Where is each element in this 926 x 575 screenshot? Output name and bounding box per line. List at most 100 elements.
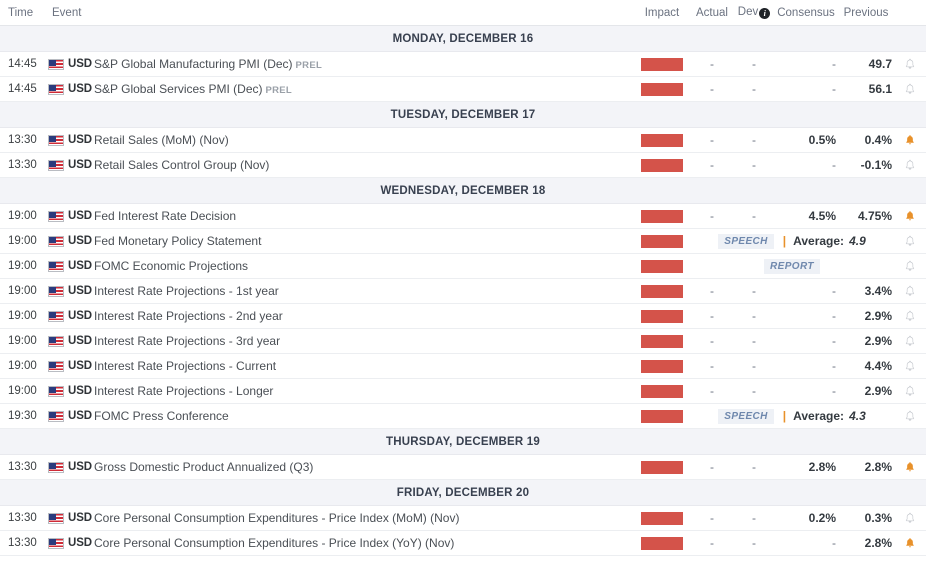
event-title[interactable]: Interest Rate Projections - Longer (90, 384, 634, 398)
currency-code: USD (68, 360, 92, 372)
calendar-column-header: Time Event Impact Actual Devi Consensus … (0, 0, 926, 26)
us-flag-icon (48, 361, 64, 372)
currency-code: USD (68, 210, 92, 222)
event-row[interactable]: 19:30USDFOMC Press ConferenceSPEECH|Aver… (0, 404, 926, 429)
flag-canton (49, 387, 56, 393)
previous-value: 56.1 (838, 82, 894, 96)
bell-outline-icon[interactable] (904, 409, 916, 423)
event-title[interactable]: Fed Monetary Policy Statement (90, 234, 634, 248)
event-row[interactable]: 13:30USDGross Domestic Product Annualize… (0, 455, 926, 480)
event-time: 13:30 (8, 512, 44, 524)
bell-outline-icon[interactable] (904, 234, 916, 248)
bell-outline-icon[interactable] (904, 158, 916, 172)
event-row[interactable]: 19:00USDInterest Rate Projections - Long… (0, 379, 926, 404)
bell-filled-icon[interactable] (904, 209, 916, 223)
alert-bell-button[interactable] (894, 460, 926, 474)
day-separator-row: FRIDAY, DECEMBER 20 (0, 480, 926, 506)
currency-code: USD (68, 159, 92, 171)
alert-bell-button[interactable] (894, 511, 926, 525)
event-title[interactable]: Interest Rate Projections - 3rd year (90, 334, 634, 348)
alert-bell-button[interactable] (894, 259, 926, 273)
event-row[interactable]: 19:00USDInterest Rate Projections - Curr… (0, 354, 926, 379)
event-currency: USD (44, 461, 90, 473)
event-row[interactable]: 13:30 USDCore Personal Consumption Expend… (0, 506, 926, 531)
actual-value: - (690, 209, 734, 223)
event-title[interactable]: Retail Sales (MoM) (Nov) (90, 133, 634, 147)
event-title[interactable]: Interest Rate Projections - 2nd year (90, 309, 634, 323)
alert-bell-button[interactable] (894, 384, 926, 398)
alert-bell-button[interactable] (894, 133, 926, 147)
event-title[interactable]: FOMC Press Conference (90, 409, 634, 423)
event-title[interactable]: S&P Global Manufacturing PMI (Dec)PREL (90, 57, 634, 71)
event-title[interactable]: S&P Global Services PMI (Dec)PREL (90, 82, 634, 96)
alert-bell-button[interactable] (894, 82, 926, 96)
column-header-dev[interactable]: Devi (734, 6, 774, 19)
impact-bar (641, 210, 683, 223)
event-time: 19:00 (8, 285, 44, 297)
speech-cell: SPEECH|Average:4.3 (690, 409, 894, 424)
impact-bar (641, 385, 683, 398)
event-row[interactable]: 14:45USDS&P Global Services PMI (Dec)PRE… (0, 77, 926, 102)
alert-bell-button[interactable] (894, 359, 926, 373)
bell-outline-icon[interactable] (904, 334, 916, 348)
bell-filled-icon[interactable] (904, 460, 916, 474)
us-flag-icon (48, 135, 64, 146)
event-row[interactable]: 19:00USDInterest Rate Projections - 3rd … (0, 329, 926, 354)
event-row[interactable]: 19:00USDFed Monetary Policy StatementSPE… (0, 229, 926, 254)
column-header-event[interactable]: Event (44, 7, 634, 19)
bell-outline-icon[interactable] (904, 384, 916, 398)
column-header-previous[interactable]: Previous (838, 7, 894, 19)
event-row[interactable]: 14:45USDS&P Global Manufacturing PMI (De… (0, 52, 926, 77)
event-row[interactable]: 19:00 USDInterest Rate Projections - 1st … (0, 279, 926, 304)
bell-outline-icon[interactable] (904, 82, 916, 96)
previous-value: 3.4% (838, 284, 894, 298)
event-title[interactable]: Interest Rate Projections - Current (90, 359, 634, 373)
event-row[interactable]: 19:00USDInterest Rate Projections - 2nd … (0, 304, 926, 329)
event-row[interactable]: 19:00USDFed Interest Rate Decision--4.5%… (0, 204, 926, 229)
alert-bell-button[interactable] (894, 209, 926, 223)
event-title[interactable]: Core Personal Consumption Expenditures -… (90, 511, 634, 525)
bell-outline-icon[interactable] (904, 359, 916, 373)
bell-outline-icon[interactable] (904, 57, 916, 71)
column-header-impact[interactable]: Impact (634, 7, 690, 19)
impact-bar (641, 537, 683, 550)
previous-value: 2.9% (838, 309, 894, 323)
column-header-consensus[interactable]: Consensus (774, 7, 838, 19)
event-title[interactable]: Gross Domestic Product Annualized (Q3) (90, 460, 634, 474)
alert-bell-button[interactable] (894, 158, 926, 172)
alert-bell-button[interactable] (894, 409, 926, 423)
event-row[interactable]: 13:30USDCore Personal Consumption Expend… (0, 531, 926, 556)
impact-bar (641, 58, 683, 71)
event-currency: USD (44, 83, 90, 95)
event-title[interactable]: Retail Sales Control Group (Nov) (90, 158, 634, 172)
event-row[interactable]: 13:30USDRetail Sales Control Group (Nov)… (0, 153, 926, 178)
actual-value: - (690, 158, 734, 172)
event-title[interactable]: Fed Interest Rate Decision (90, 209, 634, 223)
alert-bell-button[interactable] (894, 234, 926, 248)
event-title[interactable]: Interest Rate Projections - 1st year (90, 284, 634, 298)
bell-filled-icon[interactable] (904, 536, 916, 550)
info-icon[interactable]: i (759, 8, 770, 19)
event-row[interactable]: 13:30USDRetail Sales (MoM) (Nov)--0.5%0.… (0, 128, 926, 153)
alert-bell-button[interactable] (894, 536, 926, 550)
bell-outline-icon[interactable] (904, 259, 916, 273)
dev-value: - (734, 158, 774, 172)
column-header-time[interactable]: Time (8, 7, 44, 19)
bell-outline-icon[interactable] (904, 309, 916, 323)
alert-bell-button[interactable] (894, 57, 926, 71)
event-row[interactable]: 19:00USDFOMC Economic ProjectionsREPORT (0, 254, 926, 279)
alert-bell-button[interactable] (894, 284, 926, 298)
average-value: 4.9 (849, 234, 866, 248)
event-title[interactable]: Core Personal Consumption Expenditures -… (90, 536, 634, 550)
bell-outline-icon[interactable] (904, 511, 916, 525)
alert-bell-button[interactable] (894, 334, 926, 348)
bell-outline-icon[interactable] (904, 284, 916, 298)
event-time: 19:00 (8, 310, 44, 322)
bell-filled-icon[interactable] (904, 133, 916, 147)
column-header-actual[interactable]: Actual (690, 7, 734, 19)
alert-bell-button[interactable] (894, 309, 926, 323)
actual-value: - (690, 536, 734, 550)
currency-code: USD (68, 285, 92, 297)
event-title[interactable]: FOMC Economic Projections (90, 259, 634, 273)
currency-code: USD (68, 512, 92, 524)
